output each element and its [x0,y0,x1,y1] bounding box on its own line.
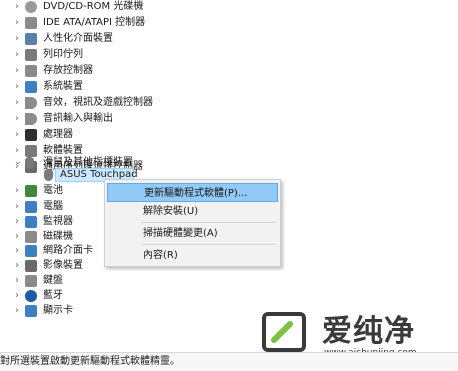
menu-item-uninstall[interactable]: 解除安裝(U) [107,202,278,221]
chevron-right-icon[interactable]: › [13,288,21,304]
tree-item-label: 處理器 [43,129,73,140]
mouse-icon [44,169,53,181]
system-device-icon [25,81,37,93]
tree-item-label: 顯示卡 [43,305,73,316]
status-text: 對所選裝置啟動更新驅動程式軟體精靈。 [0,356,180,367]
tree-item-label: 存放控制器 [43,65,93,76]
chevron-right-icon[interactable]: › [13,303,21,319]
menu-separator [141,222,276,223]
chevron-right-icon[interactable]: › [13,243,21,259]
tree-item-label: DVD/CD-ROM 光碟機 [43,1,144,12]
chevron-right-icon[interactable]: › [13,127,21,143]
ide-controller-icon [25,17,37,29]
processor-icon [25,129,37,141]
tree-item-label: 監視器 [43,216,73,227]
chevron-right-icon[interactable]: › [13,111,21,127]
keyboard-icon [25,275,37,287]
computer-icon [25,201,37,213]
tree-item-label: 系統裝置 [43,81,83,92]
chevron-right-icon[interactable]: › [13,47,21,63]
tree-item-label: 電腦 [43,201,63,212]
tree-item-label: 藍牙 [43,290,63,301]
chevron-right-icon[interactable]: › [13,31,21,47]
mouse-icon [25,157,34,169]
menu-item-update-driver[interactable]: 更新驅動程式軟體(P)... [107,183,278,202]
dvd-drive-icon [25,1,37,13]
menu-item-properties[interactable]: 內容(R) [107,246,278,265]
tree-item-label: 影像裝置 [43,260,83,271]
display-adapter-icon [25,305,37,317]
tree-item-label: IDE ATA/ATAPI 控制器 [43,17,146,28]
network-adapter-icon [25,245,37,257]
bluetooth-icon [25,290,37,302]
chevron-right-icon[interactable]: › [13,15,21,31]
chevron-right-icon[interactable]: › [13,63,21,79]
chevron-down-icon[interactable]: › [9,159,25,167]
tree-item-label: 電池 [43,185,63,196]
tree-item-label: 人性化介面裝置 [43,33,113,44]
chevron-right-icon[interactable]: › [13,214,21,230]
watermark-logo-icon [262,312,306,352]
sound-icon [25,97,37,109]
menu-separator [141,244,276,245]
audio-io-icon [25,113,37,125]
watermark: 爱纯净 www.aichunjing.com [262,310,458,358]
menu-item-scan-hardware[interactable]: 掃描硬體變更(A) [107,224,278,243]
chevron-right-icon[interactable]: › [13,0,21,15]
camera-icon [25,260,37,272]
watermark-text: 爱纯净 [322,314,415,349]
chevron-right-icon[interactable]: › [13,95,21,111]
disk-drive-icon [25,231,37,243]
tree-item-label: 列印佇列 [43,49,83,60]
tree-item-label: 音效，視訊及遊戲控制器 [43,97,153,108]
tree-item-label: 網路介面卡 [43,245,93,256]
tree-item-label: 音訊輸入與輸出 [43,113,113,124]
chevron-right-icon[interactable]: › [13,199,21,215]
context-menu: 更新驅動程式軟體(P)... 解除安裝(U) 掃描硬體變更(A) 內容(R) [104,179,281,267]
status-bar: 對所選裝置啟動更新驅動程式軟體精靈。 [0,352,458,371]
storage-controller-icon [25,65,37,77]
printer-icon [25,49,37,61]
chevron-right-icon[interactable]: › [13,143,21,159]
chevron-right-icon[interactable]: › [13,258,21,274]
software-device-icon [25,145,37,157]
chevron-right-icon[interactable]: › [13,183,21,199]
hid-icon [25,33,37,45]
chevron-right-icon[interactable]: › [13,79,21,95]
battery-icon [25,185,37,197]
chevron-right-icon[interactable]: › [13,273,21,289]
monitor-icon [25,216,37,228]
tree-item-label: 鍵盤 [43,275,63,286]
